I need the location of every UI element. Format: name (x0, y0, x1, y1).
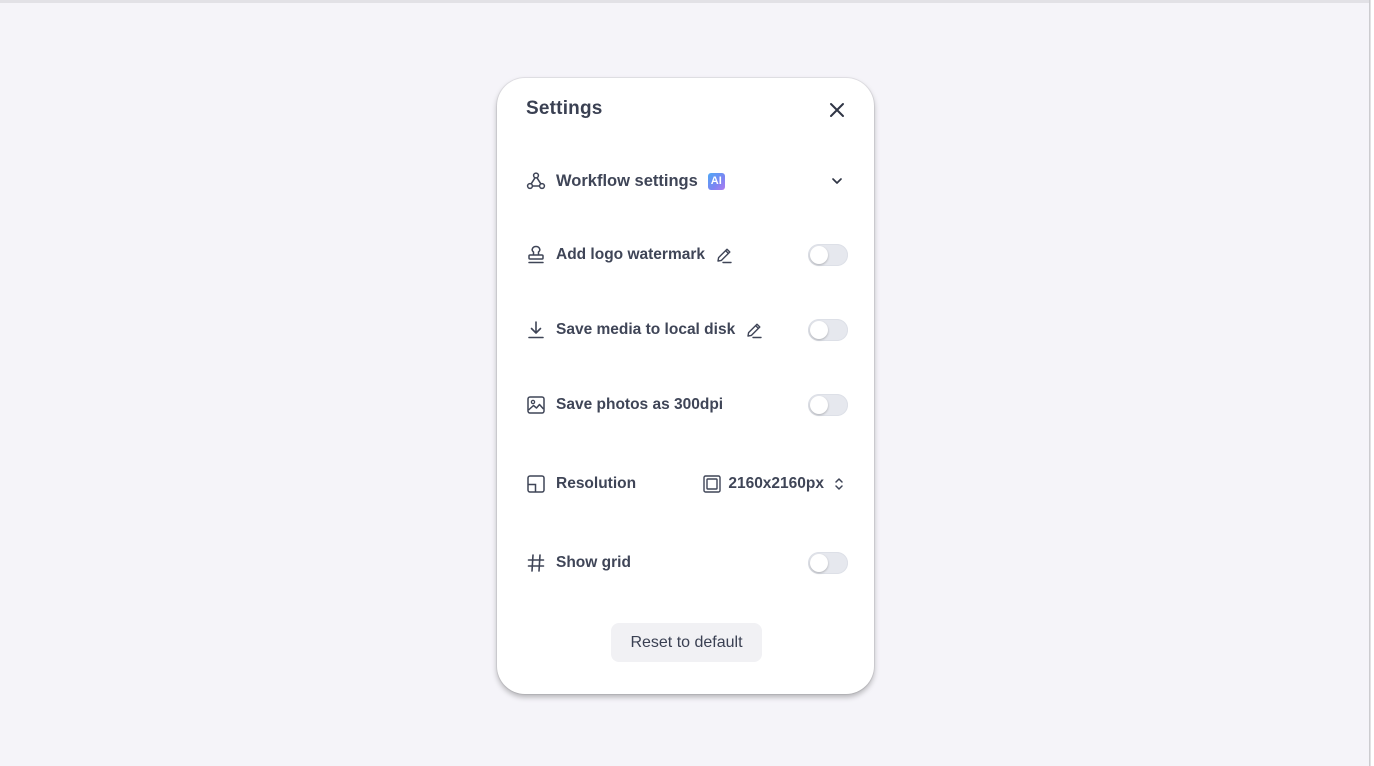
chevron-down-icon[interactable] (828, 172, 846, 190)
show-grid-toggle[interactable] (808, 552, 848, 574)
hash-icon (526, 553, 546, 573)
image-icon (526, 395, 546, 415)
save-media-label: Save media to local disk (556, 321, 736, 338)
close-icon (830, 103, 844, 117)
chevron-updown-icon (832, 476, 846, 492)
edit-pencil-icon[interactable] (745, 321, 763, 339)
logo-watermark-label: Add logo watermark (556, 246, 705, 263)
frame-icon (702, 474, 722, 494)
workflow-icon (526, 171, 546, 191)
workflow-settings-row[interactable]: Workflow settings AI (526, 165, 848, 197)
reset-to-default-button[interactable]: Reset to default (611, 623, 762, 662)
toggle-knob (810, 321, 828, 339)
page-background: Settings Workflow settings AI Add logo w… (0, 0, 1374, 766)
window-right-edge (1369, 0, 1374, 766)
save-photos-dpi-toggle[interactable] (808, 394, 848, 416)
logo-watermark-toggle[interactable] (808, 244, 848, 266)
resolution-label: Resolution (556, 475, 637, 492)
ai-badge: AI (707, 172, 725, 190)
layout-icon (526, 474, 546, 494)
save-photos-dpi-row: Save photos as 300dpi (526, 389, 848, 421)
stamp-icon (526, 245, 546, 265)
settings-modal: Settings Workflow settings AI Add logo w… (497, 78, 874, 694)
modal-title: Settings (526, 98, 603, 119)
edit-pencil-icon[interactable] (715, 246, 733, 264)
toggle-knob (810, 246, 828, 264)
save-photos-dpi-label: Save photos as 300dpi (556, 396, 724, 413)
show-grid-row: Show grid (526, 547, 848, 579)
resolution-row: Resolution 2160x2160px (526, 468, 848, 500)
show-grid-label: Show grid (556, 554, 631, 571)
download-icon (526, 320, 546, 340)
resolution-select[interactable]: 2160x2160px (702, 474, 846, 494)
save-media-toggle[interactable] (808, 319, 848, 341)
logo-watermark-row: Add logo watermark (526, 239, 848, 271)
workflow-settings-label: Workflow settings (556, 171, 698, 190)
close-button[interactable] (826, 99, 848, 121)
toggle-knob (810, 554, 828, 572)
save-media-row: Save media to local disk (526, 314, 848, 346)
top-divider (0, 0, 1370, 3)
resolution-value: 2160x2160px (728, 475, 824, 492)
toggle-knob (810, 396, 828, 414)
